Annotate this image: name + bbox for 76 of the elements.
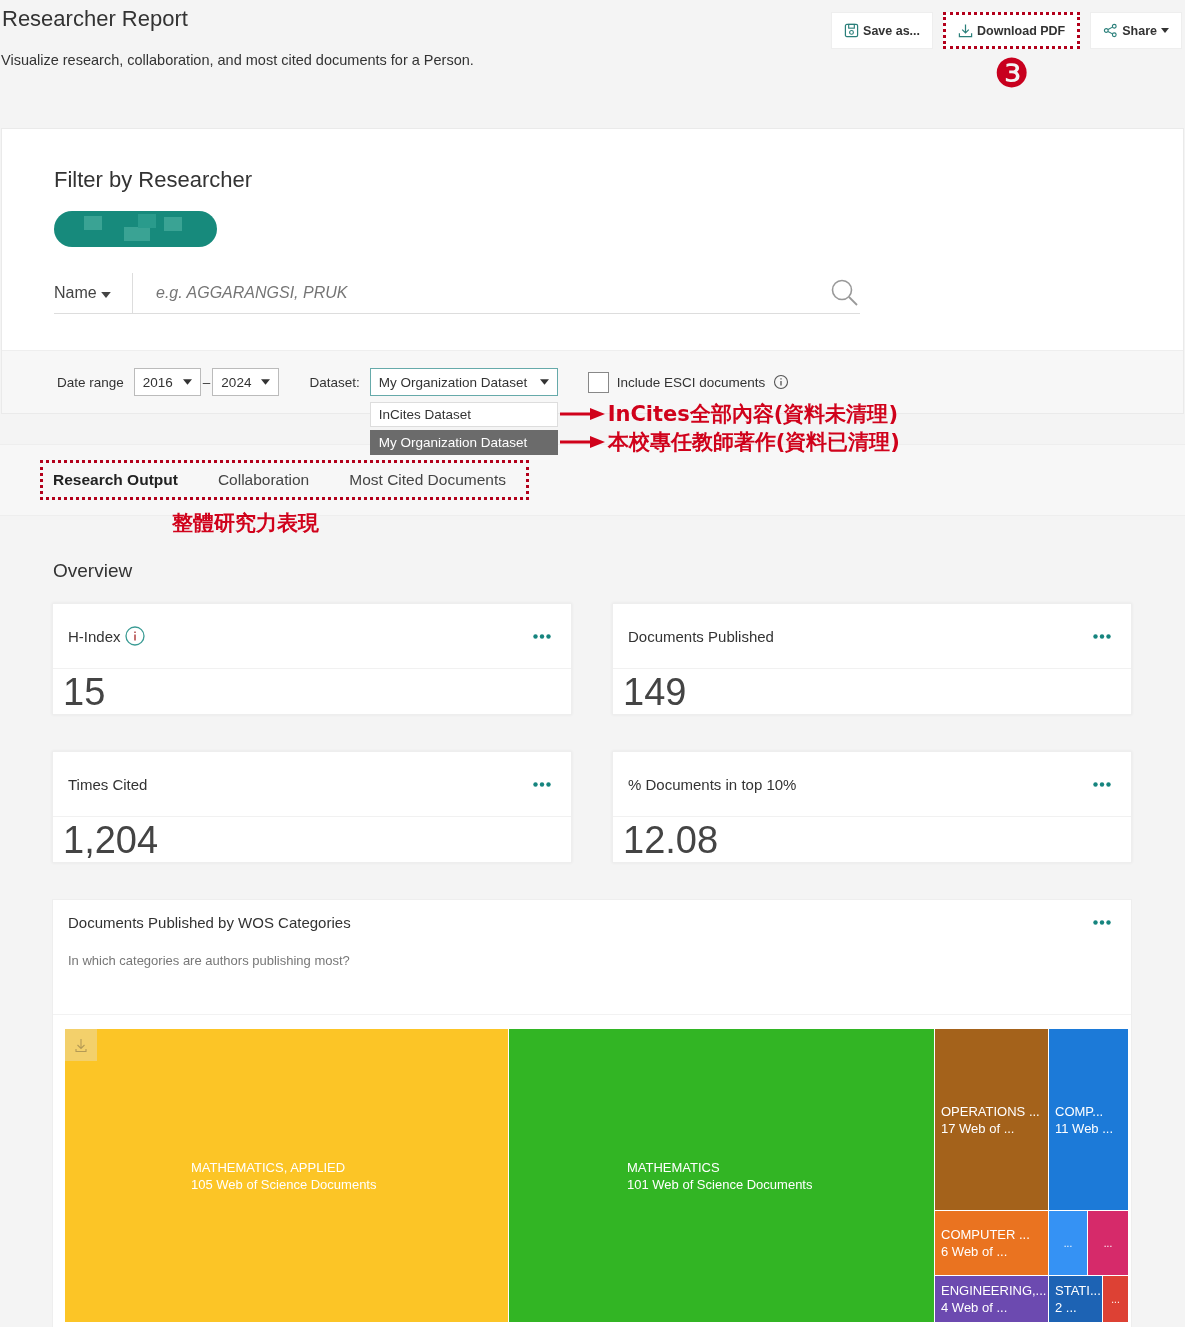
dataset-option[interactable]: My Organization Dataset [369,429,558,455]
tile-label: OPERATIONS ... [941,1102,1040,1120]
more-icon[interactable] [1093,781,1111,787]
more-icon[interactable] [1093,920,1111,925]
caret-icon [261,379,271,385]
report-tab[interactable]: Most Cited Documents [349,467,506,493]
save-button[interactable]: Save as... [831,12,934,49]
tile-label: ... [1063,1236,1073,1251]
page-title: Researcher Report [2,6,189,32]
chart-subtitle: In which categories are authors publishing most? [68,953,351,968]
tile-label: ENGINEERING,... [941,1282,1047,1299]
name-search-field[interactable]: e.g. AGGARANGSI, PRUK [133,283,830,303]
tile-label: ... [1111,1292,1120,1307]
metric-value: 1,204 [62,818,160,862]
tile-label: COMPUTER ... [941,1226,1030,1243]
tile-count: 2 ... [1055,1299,1078,1316]
start-year-dropdown[interactable]: 2016 [133,368,201,396]
info-icon[interactable] [773,374,790,390]
filter-title: Filter by Researcher [54,167,254,193]
overview-title: Overview [53,560,134,582]
caret-icon [101,292,112,298]
metric-value: 149 [622,670,688,714]
report-tab[interactable]: Research Output [53,467,178,493]
annotation-arrow [559,407,606,421]
annotation-text: 本校專任教師著作(資料已清理) [607,429,900,455]
end-year-dropdown[interactable]: 2024 [212,368,280,396]
metric-value: 12.08 [622,818,720,862]
tile-label: COMP... [1055,1102,1105,1120]
treemap-tile[interactable]: COMP... 11 Web ... [1049,1029,1128,1210]
save-icon [844,23,860,38]
annotation-text: 整體研究力表現 [172,510,320,536]
report-tab[interactable]: Collaboration [217,467,310,493]
page-subtitle: Visualize research, collaboration, and most cited documents for a Person. [1,52,474,68]
metric-label: Times Cited [68,775,148,793]
dataset-dropdown[interactable]: My Organization Dataset [369,368,558,396]
more-icon[interactable] [533,781,551,787]
annotation-text: InCites全部內容(資料未清理) [607,401,899,427]
treemap-tile[interactable]: ENGINEERING,... 4 Web of ... [935,1276,1048,1322]
tile-count: 101 Web of Science Documents [627,1175,813,1193]
treemap-tile[interactable]: OPERATIONS ... 17 Web of ... [935,1029,1048,1210]
metric-label: H-Index [68,627,121,645]
range-separator: – [202,374,211,390]
tile-label: MATHEMATICS, APPLIED [191,1158,347,1176]
treemap-tile[interactable]: ... [1088,1211,1128,1275]
tile-count: 11 Web ... [1055,1119,1114,1137]
metric-label: Documents Published [628,627,774,645]
tile-count: 17 Web of ... [941,1119,1016,1137]
caret-icon [539,379,549,385]
tile-label: ... [1103,1236,1113,1251]
step-number: ❸ [993,51,1030,95]
annotation-arrow [559,435,606,449]
more-icon[interactable] [533,633,551,639]
search-by-dropdown[interactable]: Name [54,273,133,313]
download-button[interactable]: Download PDF [943,12,1081,49]
metric-value: 15 [62,670,107,714]
treemap-tile[interactable]: STATI... 2 ... [1049,1276,1102,1322]
search-icon[interactable] [830,278,860,308]
esci-checkbox[interactable] [587,371,609,393]
caret-icon [182,379,192,385]
more-icon[interactable] [1093,633,1111,639]
download-icon [958,23,974,38]
share-icon [1103,23,1119,38]
esci-label: Include ESCI documents [616,374,766,390]
tile-label: STATI... [1055,1282,1101,1299]
info-icon[interactable] [124,626,145,646]
metric-label: % Documents in top 10% [628,775,797,793]
dataset-option[interactable]: InCites Dataset [369,401,558,427]
share-button[interactable]: Share [1090,12,1182,49]
treemap-tile[interactable]: ... [1103,1276,1128,1322]
tile-count: 6 Web of ... [941,1243,1009,1260]
tile-label: MATHEMATICS [627,1158,721,1176]
tile-count: 4 Web of ... [941,1299,1009,1316]
tile-count: 105 Web of Science Documents [191,1175,377,1193]
date-range-label: Date range [57,374,124,390]
dataset-label: Dataset: [309,374,360,390]
chart-title: Documents Published by WOS Categories [68,914,351,931]
